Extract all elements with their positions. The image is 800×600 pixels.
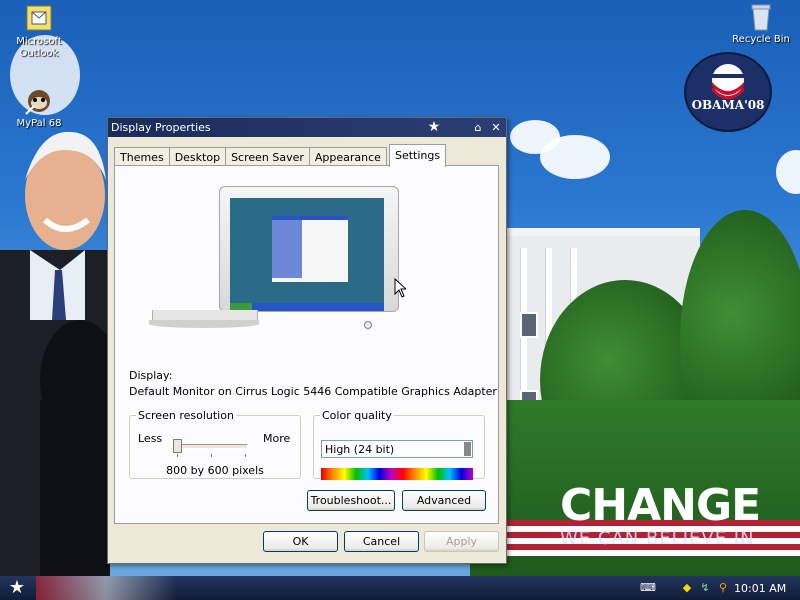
ok-button[interactable]: OK bbox=[263, 531, 338, 552]
screen-resolution-legend: Screen resolution bbox=[138, 409, 234, 422]
tab-desktop[interactable]: Desktop bbox=[168, 147, 227, 167]
tab-appearance[interactable]: Appearance bbox=[308, 147, 387, 167]
change-slogan: CHANGE WE CAN BELIEVE IN bbox=[560, 483, 800, 549]
monitor-foot bbox=[149, 320, 259, 328]
color-quality-group: Color quality High (24 bit) bbox=[313, 409, 485, 480]
cloud bbox=[776, 150, 800, 194]
monitor-power-icon bbox=[364, 321, 372, 329]
color-quality-select[interactable]: High (24 bit) bbox=[321, 440, 473, 458]
slogan-tagline: WE CAN BELIEVE IN bbox=[560, 528, 755, 549]
preview-window bbox=[272, 216, 348, 282]
desktop-icon-label: Outlook bbox=[19, 48, 59, 59]
star-icon: ★ bbox=[427, 119, 441, 135]
start-button[interactable]: ★ bbox=[4, 578, 30, 598]
mouse-cursor-icon bbox=[394, 278, 406, 298]
close-button[interactable]: ✕ bbox=[488, 120, 504, 135]
dialog-title: Display Properties bbox=[111, 121, 211, 134]
tab-settings[interactable]: Settings bbox=[388, 144, 447, 167]
slider-tick bbox=[245, 454, 246, 457]
mypal-icon bbox=[24, 86, 54, 116]
apply-button[interactable]: Apply bbox=[424, 531, 499, 552]
resolution-slider-track[interactable] bbox=[176, 444, 248, 449]
security-shield-icon[interactable]: ◆ bbox=[680, 581, 694, 595]
resolution-slider-thumb[interactable] bbox=[173, 439, 182, 453]
taskbar-flag-decoration bbox=[36, 576, 176, 600]
settings-panel: Display: Default Monitor on Cirrus Logic… bbox=[114, 165, 499, 524]
keyboard-icon[interactable]: ⌨ bbox=[640, 581, 656, 595]
outlook-icon bbox=[24, 4, 54, 34]
monitor-preview bbox=[219, 186, 399, 329]
person-shadow bbox=[40, 320, 110, 576]
cancel-button[interactable]: Cancel bbox=[344, 531, 419, 552]
display-adapter-value: Default Monitor on Cirrus Logic 5446 Com… bbox=[129, 385, 497, 398]
slogan-headline: CHANGE bbox=[560, 480, 761, 531]
desktop-icon-label: Microsoft bbox=[16, 36, 62, 47]
recycle-bin-icon bbox=[746, 2, 776, 32]
desktop-icon-outlook[interactable]: Microsoft Outlook bbox=[4, 4, 74, 60]
resolution-more-label: More bbox=[263, 432, 291, 445]
help-button[interactable]: ⌂ bbox=[470, 120, 486, 135]
desktop-icon-label: MyPal 68 bbox=[16, 118, 62, 129]
logo-text: OBAMA'08 bbox=[691, 98, 765, 112]
search-icon[interactable]: ⚲ bbox=[716, 581, 730, 595]
resolution-less-label: Less bbox=[138, 432, 163, 445]
color-spectrum-bar bbox=[321, 468, 473, 480]
advanced-button[interactable]: Advanced bbox=[402, 490, 486, 511]
color-quality-legend: Color quality bbox=[322, 409, 392, 422]
monitor-screen bbox=[230, 198, 384, 311]
desktop-icon-label: Recycle Bin bbox=[732, 34, 790, 45]
dropdown-arrow-icon[interactable] bbox=[464, 442, 471, 456]
clock[interactable]: 10:01 AM bbox=[734, 582, 786, 595]
obama-logo-graphic bbox=[712, 64, 744, 100]
desktop-icon-recycle-bin[interactable]: Recycle Bin bbox=[726, 2, 796, 46]
window bbox=[520, 312, 538, 338]
tab-themes[interactable]: Themes bbox=[114, 147, 170, 167]
display-label: Display: bbox=[129, 369, 173, 382]
slider-tick bbox=[177, 454, 178, 457]
tab-strip: Themes Desktop Screen Saver Appearance S… bbox=[114, 144, 447, 167]
screen-resolution-group: Screen resolution Less More 800 by 600 p… bbox=[129, 409, 301, 479]
dialog-titlebar[interactable]: Display Properties ★ ⌂ ✕ bbox=[108, 118, 506, 137]
slider-tick bbox=[211, 454, 212, 457]
display-properties-dialog: Display Properties ★ ⌂ ✕ Themes Desktop … bbox=[107, 117, 507, 564]
network-icon[interactable]: ↯ bbox=[698, 581, 712, 595]
system-tray: ⌨ ◆ ↯ ⚲ 10:01 AM bbox=[640, 576, 800, 600]
tab-screen-saver[interactable]: Screen Saver bbox=[225, 147, 310, 167]
taskbar: ★ ⌨ ◆ ↯ ⚲ 10:01 AM bbox=[0, 576, 800, 600]
obama-logo: OBAMA'08 bbox=[684, 52, 772, 132]
troubleshoot-button[interactable]: Troubleshoot... bbox=[307, 490, 395, 511]
desktop-icon-mypal[interactable]: MyPal 68 bbox=[4, 86, 74, 130]
cloud bbox=[540, 135, 610, 179]
color-quality-value: High (24 bit) bbox=[325, 443, 395, 456]
resolution-value: 800 by 600 pixels bbox=[166, 464, 264, 477]
